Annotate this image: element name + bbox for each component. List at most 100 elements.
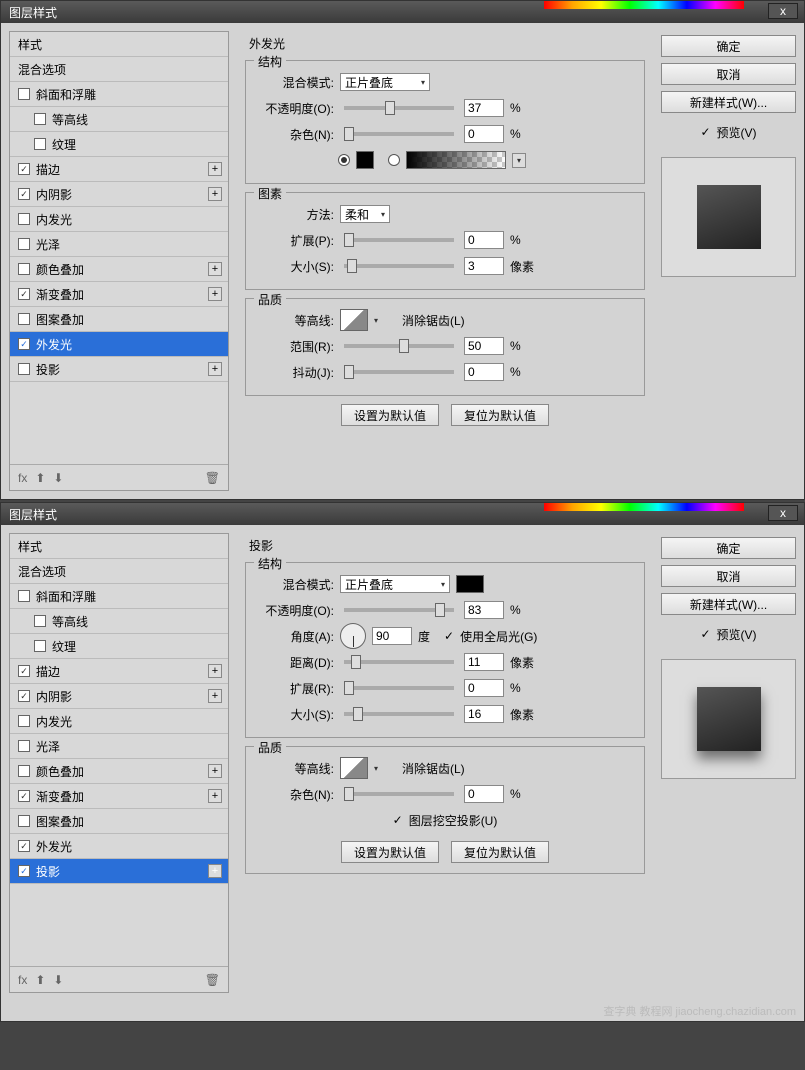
color-swatch[interactable] xyxy=(356,151,374,169)
close-button[interactable]: x xyxy=(768,3,798,19)
method-select[interactable]: 柔和▾ xyxy=(340,205,390,223)
checkbox[interactable]: ✓ xyxy=(18,163,30,175)
add-icon[interactable]: + xyxy=(208,789,222,803)
checkbox[interactable] xyxy=(34,113,46,125)
style-stroke[interactable]: ✓描边+ xyxy=(10,157,228,182)
trash-icon[interactable]: 🗑 xyxy=(205,973,220,987)
style-outer-glow[interactable]: ✓外发光 xyxy=(10,834,228,859)
reset-default-button[interactable]: 复位为默认值 xyxy=(451,841,549,863)
checkbox[interactable]: ✓ xyxy=(18,188,30,200)
gradient-picker[interactable] xyxy=(406,151,506,169)
cancel-button[interactable]: 取消 xyxy=(661,565,796,587)
style-color-overlay[interactable]: 颜色叠加+ xyxy=(10,759,228,784)
cancel-button[interactable]: 取消 xyxy=(661,63,796,85)
new-style-button[interactable]: 新建样式(W)... xyxy=(661,91,796,113)
jitter-input[interactable]: 0 xyxy=(464,363,504,381)
preview-checkbox[interactable]: ✓ xyxy=(700,125,710,139)
size-slider[interactable] xyxy=(344,712,454,716)
style-bevel[interactable]: 斜面和浮雕 xyxy=(10,82,228,107)
set-default-button[interactable]: 设置为默认值 xyxy=(341,404,439,426)
shadow-color-swatch[interactable] xyxy=(456,575,484,593)
noise-slider[interactable] xyxy=(344,792,454,796)
fx-icon[interactable]: fx xyxy=(18,973,27,987)
titlebar[interactable]: 图层样式 x xyxy=(1,1,804,23)
style-texture[interactable]: 纹理 xyxy=(10,132,228,157)
style-pattern-overlay[interactable]: 图案叠加 xyxy=(10,809,228,834)
opacity-input[interactable]: 37 xyxy=(464,99,504,117)
distance-input[interactable]: 11 xyxy=(464,653,504,671)
styles-header[interactable]: 样式 xyxy=(10,534,228,559)
checkbox[interactable] xyxy=(18,815,30,827)
size-input[interactable]: 16 xyxy=(464,705,504,723)
distance-slider[interactable] xyxy=(344,660,454,664)
checkbox[interactable]: ✓ xyxy=(18,338,30,350)
checkbox[interactable] xyxy=(34,138,46,150)
blend-mode-select[interactable]: 正片叠底▾ xyxy=(340,73,430,91)
style-satin[interactable]: 光泽 xyxy=(10,734,228,759)
jitter-slider[interactable] xyxy=(344,370,454,374)
up-icon[interactable]: ⬆ xyxy=(35,973,45,987)
global-light-checkbox[interactable]: ✓ xyxy=(444,629,454,643)
checkbox[interactable] xyxy=(18,740,30,752)
add-icon[interactable]: + xyxy=(208,287,222,301)
reset-default-button[interactable]: 复位为默认值 xyxy=(451,404,549,426)
checkbox[interactable] xyxy=(18,313,30,325)
down-icon[interactable]: ⬇ xyxy=(53,973,63,987)
spread-slider[interactable] xyxy=(344,238,454,242)
style-stroke[interactable]: ✓描边+ xyxy=(10,659,228,684)
ok-button[interactable]: 确定 xyxy=(661,537,796,559)
spread-input[interactable]: 0 xyxy=(464,679,504,697)
opacity-slider[interactable] xyxy=(344,106,454,110)
style-bevel[interactable]: 斜面和浮雕 xyxy=(10,584,228,609)
checkbox[interactable] xyxy=(18,213,30,225)
chevron-down-icon[interactable]: ▾ xyxy=(512,153,526,168)
style-drop-shadow[interactable]: ✓投影+ xyxy=(10,859,228,884)
style-gradient-overlay[interactable]: ✓渐变叠加+ xyxy=(10,784,228,809)
knockout-checkbox[interactable]: ✓ xyxy=(393,813,403,827)
checkbox[interactable] xyxy=(18,590,30,602)
checkbox[interactable] xyxy=(18,715,30,727)
style-color-overlay[interactable]: 颜色叠加+ xyxy=(10,257,228,282)
checkbox[interactable] xyxy=(34,615,46,627)
new-style-button[interactable]: 新建样式(W)... xyxy=(661,593,796,615)
style-gradient-overlay[interactable]: ✓渐变叠加+ xyxy=(10,282,228,307)
titlebar[interactable]: 图层样式 x xyxy=(1,503,804,525)
angle-dial[interactable] xyxy=(340,623,366,649)
noise-slider[interactable] xyxy=(344,132,454,136)
up-icon[interactable]: ⬆ xyxy=(35,471,45,485)
add-icon[interactable]: + xyxy=(208,764,222,778)
style-inner-shadow[interactable]: ✓内阴影+ xyxy=(10,182,228,207)
contour-picker[interactable] xyxy=(340,309,368,331)
add-icon[interactable]: + xyxy=(208,187,222,201)
ok-button[interactable]: 确定 xyxy=(661,35,796,57)
fx-icon[interactable]: fx xyxy=(18,471,27,485)
checkbox[interactable]: ✓ xyxy=(18,865,30,877)
checkbox[interactable] xyxy=(34,640,46,652)
range-input[interactable]: 50 xyxy=(464,337,504,355)
checkbox[interactable] xyxy=(18,263,30,275)
opacity-input[interactable]: 83 xyxy=(464,601,504,619)
style-texture[interactable]: 纹理 xyxy=(10,634,228,659)
checkbox[interactable]: ✓ xyxy=(18,690,30,702)
add-icon[interactable]: + xyxy=(208,864,222,878)
style-inner-glow[interactable]: 内发光 xyxy=(10,207,228,232)
style-contour[interactable]: 等高线 xyxy=(10,107,228,132)
add-icon[interactable]: + xyxy=(208,162,222,176)
style-inner-shadow[interactable]: ✓内阴影+ xyxy=(10,684,228,709)
angle-input[interactable]: 90 xyxy=(372,627,412,645)
checkbox[interactable] xyxy=(18,88,30,100)
size-input[interactable]: 3 xyxy=(464,257,504,275)
checkbox[interactable] xyxy=(18,765,30,777)
checkbox[interactable]: ✓ xyxy=(18,790,30,802)
close-button[interactable]: x xyxy=(768,505,798,521)
style-drop-shadow[interactable]: 投影+ xyxy=(10,357,228,382)
color-radio[interactable] xyxy=(338,154,350,166)
add-icon[interactable]: + xyxy=(208,664,222,678)
style-satin[interactable]: 光泽 xyxy=(10,232,228,257)
checkbox[interactable] xyxy=(18,363,30,375)
spread-slider[interactable] xyxy=(344,686,454,690)
blend-mode-select[interactable]: 正片叠底▾ xyxy=(340,575,450,593)
blending-options[interactable]: 混合选项 xyxy=(10,57,228,82)
style-outer-glow[interactable]: ✓外发光 xyxy=(10,332,228,357)
add-icon[interactable]: + xyxy=(208,362,222,376)
